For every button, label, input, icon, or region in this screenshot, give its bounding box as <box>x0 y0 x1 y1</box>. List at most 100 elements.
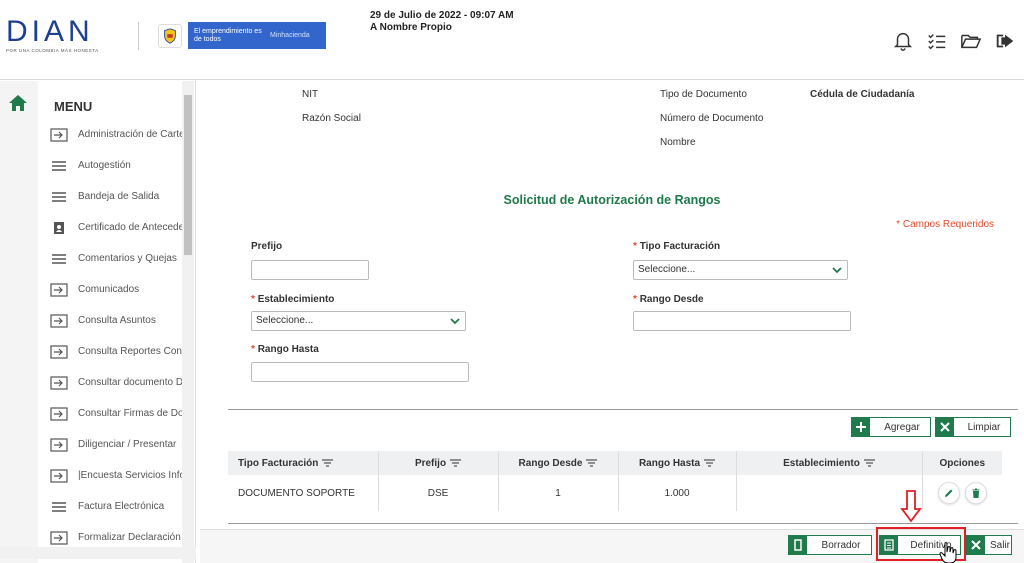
menu-lines-icon <box>50 252 68 266</box>
document-icon <box>789 536 807 554</box>
sidebar-item[interactable]: Consultar Firmas de Doc <box>50 398 182 429</box>
cell-opciones <box>922 475 1002 511</box>
sidebar-item[interactable]: Comunicados <box>50 274 182 305</box>
agregar-button[interactable]: Agregar <box>851 417 931 437</box>
sidebar-item[interactable]: Consultar documento Dil <box>50 367 182 398</box>
rango-desde-label: * Rango Desde <box>633 294 704 305</box>
red-arrow-icon <box>900 490 922 523</box>
sidebar-item[interactable]: Bandeja de Salida <box>50 181 182 212</box>
tipo-facturacion-label-text: Tipo Facturación <box>639 241 721 252</box>
sidebar-item[interactable]: Diligenciar / Presentar <box>50 429 182 460</box>
logout-icon[interactable] <box>994 30 1016 52</box>
limpiar-button[interactable]: Limpiar <box>935 417 1011 437</box>
cell-establecimiento <box>736 475 923 511</box>
tipo-documento-value: Cédula de Ciudadanía <box>810 89 915 100</box>
rango-hasta-input[interactable] <box>251 362 469 382</box>
required-note: * Campos Requeridos <box>896 219 994 230</box>
trash-icon <box>972 488 980 498</box>
tipo-facturacion-select[interactable]: Seleccione... <box>633 260 848 280</box>
col-header-tipo-label: Tipo Facturación <box>238 457 319 469</box>
col-header-tipo[interactable]: Tipo Facturación <box>228 451 379 475</box>
salir-button[interactable]: Salir <box>966 535 1012 555</box>
filter-icon[interactable] <box>450 459 462 467</box>
filter-icon[interactable] <box>586 459 598 467</box>
tipo-documento-label: Tipo de Documento <box>660 89 747 100</box>
dian-logo[interactable]: DIAN POR UNA COLOMBIA MÁS HONESTA <box>6 15 116 54</box>
plus-icon <box>852 418 870 436</box>
sidebar-item-label: Certificado de Anteceder <box>78 222 182 233</box>
sidebar-item[interactable]: Consulta Reportes Conc <box>50 336 182 367</box>
rango-desde-input[interactable] <box>633 311 851 331</box>
sidebar-rail <box>0 81 38 563</box>
sidebar-item-label: Comentarios y Quejas <box>78 253 177 264</box>
agregar-label: Agregar <box>884 421 920 433</box>
sidebar-scrollbar[interactable] <box>182 81 194 563</box>
menu-lines-icon <box>50 159 68 173</box>
main-content: NIT Razón Social Tipo de Documento Cédul… <box>200 81 1024 563</box>
sidebar-item-label: Consultar documento Dil <box>78 377 182 388</box>
filter-icon[interactable] <box>322 459 334 467</box>
filter-icon[interactable] <box>704 459 716 467</box>
chevron-down-icon <box>449 315 461 327</box>
table-row: DOCUMENTO SOPORTE DSE 1 1.000 <box>228 475 1002 511</box>
enter-icon <box>50 375 68 390</box>
menu-lines-icon <box>50 190 68 204</box>
enter-icon <box>50 406 68 421</box>
col-header-establecimiento-label: Establecimiento <box>783 457 860 469</box>
delete-button[interactable] <box>964 482 987 504</box>
salir-label: Salir <box>989 539 1010 551</box>
prefijo-input[interactable] <box>251 260 369 280</box>
home-icon[interactable] <box>8 93 28 113</box>
borrador-button[interactable]: Borrador <box>788 535 872 555</box>
gov-banner: El emprendimiento es de todos Minhaciend… <box>188 22 326 49</box>
bell-icon[interactable] <box>892 30 914 52</box>
colombia-shield-icon <box>158 24 182 48</box>
rango-desde-label-text: Rango Desde <box>639 294 704 305</box>
col-header-prefijo[interactable]: Prefijo <box>378 451 499 475</box>
rango-hasta-label-text: Rango Hasta <box>257 344 319 355</box>
col-header-desde[interactable]: Rango Desde <box>498 451 619 475</box>
close-icon <box>936 418 954 436</box>
filter-icon[interactable] <box>863 459 875 467</box>
enter-icon <box>50 127 68 142</box>
clipboard-user-icon <box>50 221 68 235</box>
checklist-icon[interactable] <box>926 30 948 52</box>
cell-desde: 1 <box>498 475 619 511</box>
chevron-down-icon <box>831 264 843 276</box>
edit-button[interactable] <box>937 482 960 504</box>
col-header-prefijo-label: Prefijo <box>414 457 447 469</box>
sidebar-scrollbar-thumb[interactable] <box>184 95 192 255</box>
pencil-icon <box>944 489 953 497</box>
establecimiento-label-text: Establecimiento <box>257 294 335 305</box>
col-header-opciones: Opciones <box>922 451 1002 475</box>
enter-icon <box>50 468 68 483</box>
numero-documento-label: Número de Documento <box>660 113 764 124</box>
sidebar-hscrollbar[interactable] <box>0 547 196 559</box>
col-header-establecimiento[interactable]: Establecimiento <box>736 451 923 475</box>
sidebar-item[interactable]: Administración de Carter <box>50 119 182 150</box>
enter-icon <box>50 282 68 297</box>
sidebar-item[interactable]: Autogestión <box>50 150 182 181</box>
sidebar-item-label: Consulta Asuntos <box>78 315 156 326</box>
gov-banner-ministry: Minhacienda <box>270 32 310 39</box>
establecimiento-select[interactable]: Seleccione... <box>251 311 466 331</box>
rango-hasta-label: * Rango Hasta <box>251 344 319 355</box>
hand-cursor-icon <box>939 542 957 563</box>
enter-icon <box>50 530 68 545</box>
cell-prefijo: DSE <box>378 475 499 511</box>
nombre-label: Nombre <box>660 137 696 148</box>
sidebar-item[interactable]: Certificado de Anteceder <box>50 212 182 243</box>
sidebar-item[interactable]: Consulta Asuntos <box>50 305 182 336</box>
required-mark: * <box>633 294 637 305</box>
table-divider <box>228 523 1018 524</box>
logo-text: DIAN <box>6 15 94 48</box>
required-mark: * <box>251 344 255 355</box>
required-mark: * <box>251 294 255 305</box>
sidebar-item[interactable]: Factura Electrónica <box>50 491 182 522</box>
sidebar-item[interactable]: |Encuesta Servicios Infor <box>50 460 182 491</box>
folder-open-icon[interactable] <box>960 30 982 52</box>
sidebar-item-label: |Encuesta Servicios Infor <box>78 470 182 481</box>
sidebar-item[interactable]: Comentarios y Quejas <box>50 243 182 274</box>
col-header-hasta[interactable]: Rango Hasta <box>618 451 737 475</box>
menu-title: MENU <box>54 99 93 114</box>
